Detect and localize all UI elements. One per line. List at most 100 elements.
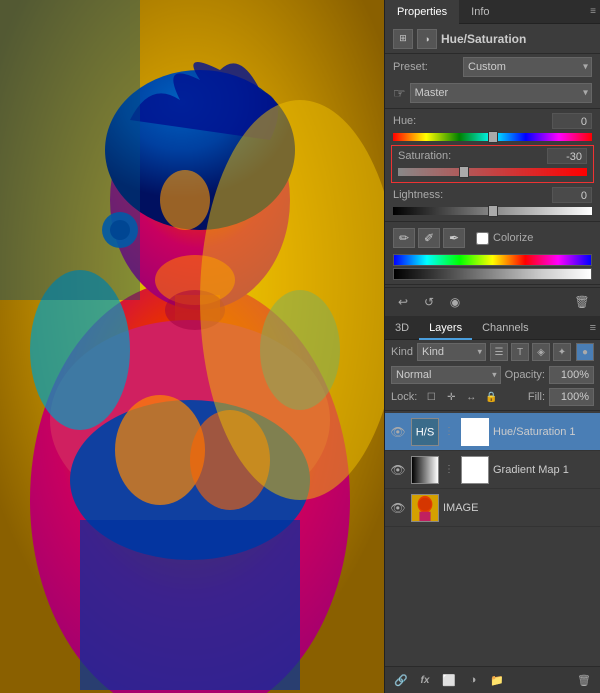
layer-item-gradient-map[interactable]: 👁 ⋮ Gradient Map 1 xyxy=(385,451,600,489)
properties-tabs: Properties Info ≡ xyxy=(385,0,600,24)
blend-opacity-row: Normal Opacity: xyxy=(385,364,600,386)
master-select[interactable]: Master xyxy=(410,83,592,103)
hue-value[interactable]: 0 xyxy=(552,113,592,129)
blend-mode-select[interactable]: Normal xyxy=(391,366,501,384)
fx-button[interactable]: fx xyxy=(415,670,435,690)
layer-link-hue-sat: ⋮ xyxy=(443,426,455,437)
fill-label: Fill: xyxy=(528,391,545,403)
filter-select[interactable]: Kind xyxy=(417,343,486,361)
light-slider-track[interactable] xyxy=(393,205,592,217)
tools-row: ✏ ✐ ✒ Colorize xyxy=(385,224,600,252)
filter-icons: ☰ T ◈ ✦ ● xyxy=(490,343,594,361)
divider-1 xyxy=(385,108,600,109)
layer-eye-gradient-map[interactable]: 👁 xyxy=(389,461,407,479)
light-label: Lightness: xyxy=(393,189,552,201)
opacity-input[interactable] xyxy=(549,366,594,384)
layer-name-hue-sat: Hue/Saturation 1 xyxy=(493,426,596,438)
lock-icon-2[interactable]: ✛ xyxy=(443,389,459,405)
sat-label: Saturation: xyxy=(398,150,547,162)
lock-fill-row: Lock: ☐ ✛ ↔ 🔒 Fill: xyxy=(385,386,600,408)
properties-menu-button[interactable]: ≡ xyxy=(590,6,596,17)
opacity-label: Opacity: xyxy=(505,369,545,381)
layers-menu-button[interactable]: ≡ xyxy=(590,322,596,334)
lock-icon-4[interactable]: 🔒 xyxy=(483,389,499,405)
divider-3 xyxy=(385,284,600,285)
sat-slider-track[interactable] xyxy=(398,166,587,178)
tab-layers[interactable]: Layers xyxy=(419,316,472,340)
folder-button[interactable]: 📁 xyxy=(487,670,507,690)
properties-title: Hue/Saturation xyxy=(441,32,526,46)
preset-select-wrapper: Custom xyxy=(463,57,592,77)
properties-header: ⊞ ◑ Hue/Saturation xyxy=(385,24,600,54)
layer-eye-hue-sat[interactable]: 👁 xyxy=(389,423,407,441)
preset-row: Preset: Custom xyxy=(385,54,600,80)
layers-filter-row: Kind Kind ☰ T ◈ ✦ ● xyxy=(385,340,600,364)
tab-channels[interactable]: Channels xyxy=(472,316,538,340)
layer-thumb-hue-sat: H/S xyxy=(411,418,439,446)
tab-properties[interactable]: Properties xyxy=(385,0,459,24)
right-panel: Properties Info ≡ ⊞ ◑ Hue/Saturation Pre… xyxy=(384,0,600,693)
fill-input[interactable] xyxy=(549,388,594,406)
image-canvas xyxy=(0,0,384,693)
blend-select-wrapper: Normal xyxy=(391,366,501,384)
hue-label-row: Hue: 0 xyxy=(393,113,592,129)
filter-label: Kind xyxy=(391,346,413,358)
colorize-row: Colorize xyxy=(476,232,533,245)
tab-3d[interactable]: 3D xyxy=(385,316,419,340)
filter-icon-4[interactable]: ✦ xyxy=(553,343,571,361)
colorize-label: Colorize xyxy=(493,232,533,244)
lock-icons: ☐ ✛ ↔ 🔒 xyxy=(423,389,499,405)
sat-label-row: Saturation: -30 xyxy=(398,148,587,164)
layer-mask-gradient-map xyxy=(461,456,489,484)
filter-icon-3[interactable]: ◈ xyxy=(532,343,550,361)
tab-info[interactable]: Info xyxy=(459,0,501,24)
hue-slider-track[interactable] xyxy=(393,131,592,143)
mask-button[interactable]: ⬜ xyxy=(439,670,459,690)
layers-divider xyxy=(385,410,600,411)
master-select-wrapper: Master xyxy=(410,83,592,103)
adjustment-icon-2: ◑ xyxy=(417,29,437,49)
tool-button-3[interactable]: ✒ xyxy=(443,228,465,248)
delete-layer-button[interactable]: 🗑 xyxy=(574,670,594,690)
filter-icon-1[interactable]: ☰ xyxy=(490,343,508,361)
layer-name-gradient-map: Gradient Map 1 xyxy=(493,464,596,476)
tool-button-1[interactable]: ✏ xyxy=(393,228,415,248)
layer-thumb-gradient-map xyxy=(411,456,439,484)
hue-slider-thumb[interactable] xyxy=(488,131,498,143)
adjustment-button[interactable]: ◑ xyxy=(463,670,483,690)
visibility-icon[interactable]: ◉ xyxy=(445,292,465,312)
preset-label: Preset: xyxy=(393,61,463,73)
prev-icon[interactable]: ↺ xyxy=(419,292,439,312)
spectrum-bar-top xyxy=(393,254,592,266)
divider-2 xyxy=(385,221,600,222)
layer-thumb-image xyxy=(411,494,439,522)
layers-tabs: 3D Layers Channels ≡ xyxy=(385,316,600,340)
light-label-row: Lightness: 0 xyxy=(393,187,592,203)
spectrum-bar-bottom xyxy=(393,268,592,280)
light-slider-thumb[interactable] xyxy=(488,205,498,217)
sat-value[interactable]: -30 xyxy=(547,148,587,164)
reset-icon[interactable]: ↩ xyxy=(393,292,413,312)
fill-row: Fill: xyxy=(528,388,594,406)
layer-item-hue-sat[interactable]: 👁 H/S ⋮ Hue/Saturation 1 xyxy=(385,413,600,451)
filter-select-wrapper: Kind xyxy=(417,343,486,361)
filter-toggle[interactable]: ● xyxy=(576,343,594,361)
tool-button-2[interactable]: ✐ xyxy=(418,228,440,248)
hue-label: Hue: xyxy=(393,115,552,127)
sat-slider-thumb[interactable] xyxy=(459,166,469,178)
layers-actions: 🔗 fx ⬜ ◑ 📁 🗑 xyxy=(385,666,600,693)
adjustment-icon: ⊞ xyxy=(393,29,413,49)
preset-select[interactable]: Custom xyxy=(463,57,592,77)
master-row: ☞ Master xyxy=(385,80,600,106)
lock-icon-1[interactable]: ☐ xyxy=(423,389,439,405)
delete-icon[interactable]: 🗑 xyxy=(572,292,592,312)
filter-icon-2[interactable]: T xyxy=(511,343,529,361)
layer-link-gradient-map: ⋮ xyxy=(443,464,455,475)
layers-list: 👁 H/S ⋮ Hue/Saturation 1 👁 xyxy=(385,413,600,666)
layer-item-image[interactable]: 👁 IMAGE xyxy=(385,489,600,527)
link-layers-button[interactable]: 🔗 xyxy=(391,670,411,690)
lock-icon-3[interactable]: ↔ xyxy=(463,389,479,405)
light-value[interactable]: 0 xyxy=(552,187,592,203)
layer-eye-image[interactable]: 👁 xyxy=(389,499,407,517)
colorize-checkbox[interactable] xyxy=(476,232,489,245)
